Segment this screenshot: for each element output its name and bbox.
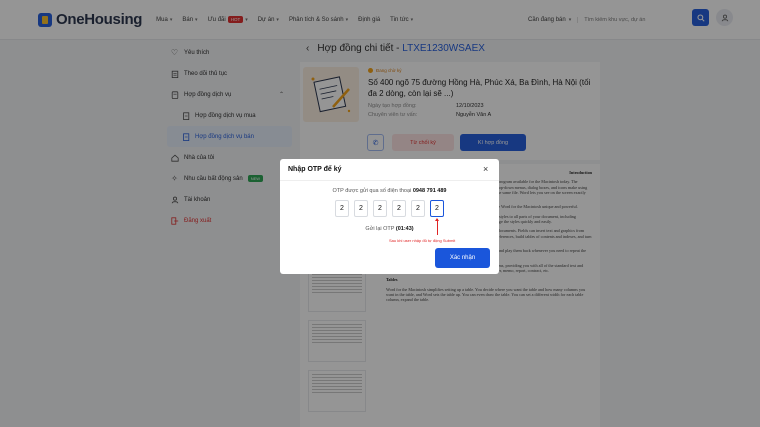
phone-number: 0948 791 489 bbox=[412, 188, 447, 194]
otp-sent-text: OTP được gửi qua số điện thoại 0948 791 … bbox=[332, 188, 447, 194]
otp-digit-input[interactable]: 2 bbox=[411, 200, 425, 217]
otp-digit-input[interactable]: 2 bbox=[354, 200, 368, 217]
otp-digit-input[interactable]: 2 bbox=[373, 200, 387, 217]
countdown-timer: (01:43) bbox=[395, 226, 414, 232]
otp-digit-input[interactable]: 2 bbox=[430, 200, 444, 217]
resend-otp-link[interactable]: Gửi lại OTP (01:43) bbox=[280, 226, 499, 232]
confirm-button[interactable]: Xác nhận bbox=[435, 248, 490, 268]
otp-input-group: 2 2 2 2 2 2 bbox=[335, 200, 444, 217]
annotation-arrow-icon bbox=[435, 218, 439, 235]
annotation-note: Sau khi user nhập đủ tự động Submit bbox=[389, 238, 456, 243]
otp-modal: Nhập OTP để ký × OTP được gửi qua số điệ… bbox=[280, 159, 499, 274]
modal-title: Nhập OTP để ký bbox=[288, 166, 342, 173]
otp-digit-input[interactable]: 2 bbox=[335, 200, 349, 217]
divider bbox=[280, 180, 499, 181]
otp-digit-input[interactable]: 2 bbox=[392, 200, 406, 217]
close-icon[interactable]: × bbox=[483, 164, 488, 174]
